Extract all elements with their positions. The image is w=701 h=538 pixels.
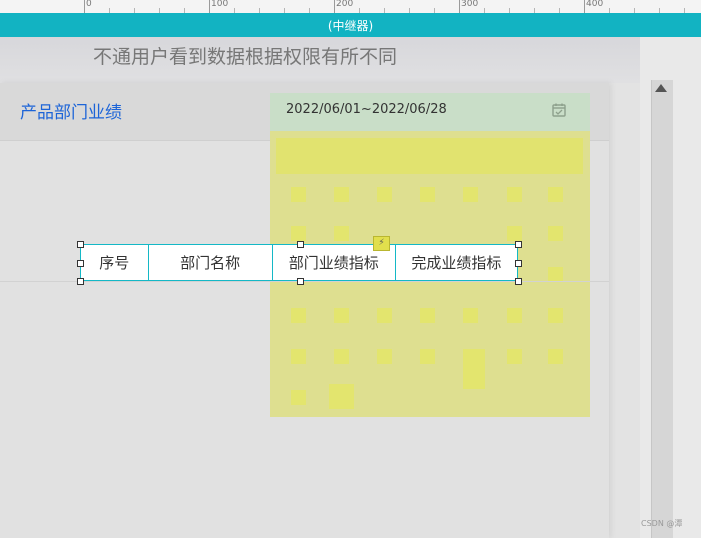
calendar-day[interactable] <box>334 349 349 364</box>
calendar-day[interactable] <box>377 308 392 323</box>
calendar-day[interactable] <box>548 187 563 202</box>
page-subtitle: 不通用户看到数据根据权限有所不同 <box>93 46 398 68</box>
ruler-label: 400 <box>586 0 604 9</box>
date-range-value: 2022/06/01~2022/06/28 <box>286 102 447 117</box>
calendar-day-today[interactable] <box>329 384 354 409</box>
repeater-title-bar: (中继器) <box>0 13 701 37</box>
watermark: CSDN @潭 <box>641 519 683 528</box>
resize-handle[interactable] <box>515 241 522 248</box>
calendar-day[interactable] <box>463 308 478 323</box>
calendar-header <box>276 138 583 174</box>
calendar-day[interactable] <box>334 226 349 241</box>
calendar-day[interactable] <box>463 187 478 202</box>
calendar-day[interactable] <box>377 349 392 364</box>
resize-handle[interactable] <box>297 278 304 285</box>
calendar-day[interactable] <box>507 308 522 323</box>
calendar-day[interactable] <box>548 308 563 323</box>
column-header-completed: 完成业绩指标 <box>411 254 502 272</box>
ruler: 0 100 200 300 400 <box>0 0 701 14</box>
calendar-day[interactable] <box>291 226 306 241</box>
vertical-scrollbar[interactable] <box>651 80 673 538</box>
ruler-label: 0 <box>86 0 92 9</box>
calendar-day[interactable] <box>377 187 392 202</box>
calendar-day[interactable] <box>420 308 435 323</box>
section-title: 产品部门业绩 <box>20 103 122 123</box>
ruler-tick <box>459 0 460 13</box>
resize-handle[interactable] <box>77 278 84 285</box>
resize-handle[interactable] <box>515 260 522 267</box>
resize-handle[interactable] <box>515 278 522 285</box>
calendar-day[interactable] <box>507 349 522 364</box>
calendar-day[interactable] <box>291 187 306 202</box>
ruler-tick <box>209 0 210 13</box>
calendar-day[interactable] <box>420 349 435 364</box>
calendar-icon[interactable] <box>552 103 566 117</box>
ruler-label: 300 <box>461 0 479 9</box>
calendar-day[interactable] <box>548 226 563 241</box>
ruler-tick <box>584 0 585 13</box>
calendar-day[interactable] <box>291 308 306 323</box>
column-header-index: 序号 <box>81 245 149 280</box>
calendar-day[interactable] <box>548 349 563 364</box>
calendar-day[interactable] <box>291 390 306 405</box>
repeater-title: (中继器) <box>327 18 374 33</box>
column-header-department: 部门名称 <box>149 245 273 280</box>
chevron-up-icon[interactable] <box>655 84 667 92</box>
calendar-day[interactable] <box>334 187 349 202</box>
ruler-label: 200 <box>336 0 354 9</box>
calendar-day[interactable] <box>507 187 522 202</box>
calendar-day-selected[interactable] <box>463 349 485 389</box>
ruler-tick <box>84 0 85 13</box>
calendar-day[interactable] <box>334 308 349 323</box>
ruler-tick <box>334 0 335 13</box>
resize-handle[interactable] <box>77 241 84 248</box>
resize-handle[interactable] <box>77 260 84 267</box>
resize-handle[interactable] <box>297 241 304 248</box>
flash-icon[interactable]: ⚡ <box>373 236 390 251</box>
calendar-day[interactable] <box>507 226 522 241</box>
calendar-day[interactable] <box>291 349 306 364</box>
table-header-row[interactable]: 序号 部门名称 部门业绩指标 完成业绩指标 <box>80 244 518 281</box>
calendar-day[interactable] <box>420 187 435 202</box>
ruler-label: 100 <box>211 0 229 9</box>
calendar-day[interactable] <box>548 267 563 282</box>
